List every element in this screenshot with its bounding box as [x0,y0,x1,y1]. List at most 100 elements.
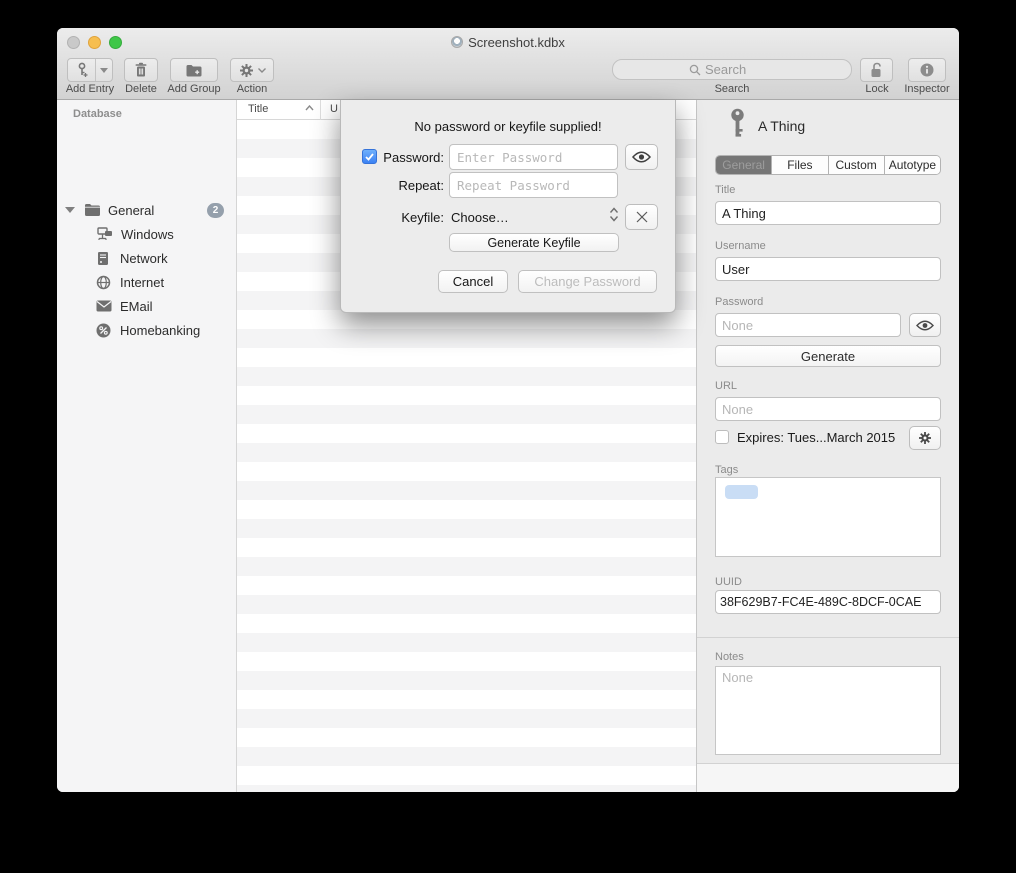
percent-icon [96,323,111,338]
sidebar-item-label: EMail [120,299,153,314]
chevron-down-icon [258,68,266,73]
sidebar-item-general[interactable]: General 2 [57,198,236,222]
sidebar-item-internet[interactable]: Internet [57,270,236,294]
action-button[interactable] [230,58,274,82]
url-label: URL [715,380,737,392]
search-label: Search [702,83,762,95]
generate-keyfile-button[interactable]: Generate Keyfile [449,233,619,252]
tags-field[interactable] [715,477,941,557]
lock-button[interactable] [860,58,893,82]
expires-checkbox[interactable] [715,430,729,444]
titlebar: Screenshot.kdbx [57,28,959,56]
sidebar-item-label: General [108,203,154,218]
dialog-password-label: Password: [341,150,444,165]
reveal-password-button[interactable] [625,144,658,170]
keyfile-popup[interactable]: Choose… [451,210,509,225]
expires-label: Expires: Tues...March 2015 [737,430,895,445]
tags-label: Tags [715,464,738,476]
dialog-password-input[interactable] [449,144,618,170]
close-x-icon [636,211,648,223]
change-password-button[interactable]: Change Password [518,270,657,293]
column-divider[interactable] [320,100,321,120]
generate-password-button[interactable]: Generate [715,345,941,367]
password-label: Password [715,296,763,308]
sidebar-item-label: Windows [121,227,174,242]
tab-autotype[interactable]: Autotype [885,156,940,174]
eye-icon [916,320,934,331]
dialog-message: No password or keyfile supplied! [341,119,675,134]
add-group-button[interactable] [170,58,218,82]
folder-plus-icon [185,63,203,78]
dialog-repeat-label: Repeat: [341,178,444,193]
server-icon [96,251,110,266]
sidebar-item-network[interactable]: Network [57,246,236,270]
trash-icon [134,62,148,78]
sidebar-section-header: Database [73,108,122,120]
unlock-icon [869,62,884,79]
inspector-label: Inspector [899,83,955,95]
gear-icon [918,431,932,445]
sidebar-item-email[interactable]: EMail [57,294,236,318]
sort-ascending-icon [305,105,314,111]
search-icon [689,64,701,76]
expires-settings-button[interactable] [909,426,941,450]
uuid-label: UUID [715,576,742,588]
inspector-button[interactable] [908,58,946,82]
sidebar-item-label: Internet [120,275,164,290]
reveal-password-button[interactable] [909,313,941,337]
url-field[interactable] [715,397,941,421]
password-field[interactable] [715,313,901,337]
sidebar: Database General 2 [57,100,237,792]
sidebar-item-windows[interactable]: Windows [57,222,236,246]
uuid-field[interactable] [715,590,941,614]
sidebar-item-homebanking[interactable]: Homebanking [57,318,236,342]
delete-button[interactable] [124,58,158,82]
lock-label: Lock [860,83,894,95]
add-entry-label: Add Entry [61,83,119,95]
column-header-username[interactable]: U [330,103,338,115]
column-header-title[interactable]: Title [248,103,268,115]
disclosure-triangle-icon[interactable] [65,207,75,213]
change-password-dialog: No password or keyfile supplied! Passwor… [340,100,676,313]
info-icon [919,62,935,78]
chevron-down-icon[interactable] [96,68,112,73]
search-input[interactable] [705,62,775,77]
search-field[interactable] [612,59,852,80]
entry-count-badge: 2 [207,203,224,218]
key-plus-icon [68,62,95,78]
popup-stepper-icon[interactable] [609,207,619,222]
dialog-keyfile-label: Keyfile: [341,210,444,225]
gear-icon [239,63,254,78]
sidebar-item-label: Network [120,251,168,266]
app-window: Screenshot.kdbx Add Entry [57,28,959,792]
delete-label: Delete [120,83,162,95]
clear-keyfile-button[interactable] [625,204,658,230]
notes-label: Notes [715,651,744,663]
envelope-icon [96,300,112,312]
title-label: Title [715,184,735,196]
tab-general[interactable]: General [716,156,772,174]
tag-token[interactable] [725,485,758,499]
eye-icon [632,151,651,163]
tab-custom[interactable]: Custom [829,156,885,174]
username-field[interactable] [715,257,941,281]
key-icon [728,108,747,140]
action-label: Action [232,83,272,95]
document-proxy-icon [451,36,463,48]
window-title: Screenshot.kdbx [468,35,565,50]
add-group-label: Add Group [161,83,227,95]
inspector-footer [697,764,959,792]
notes-divider [697,637,959,638]
title-field[interactable] [715,201,941,225]
add-entry-button[interactable] [67,58,113,82]
windows-network-icon [96,227,113,241]
inspector-tabs: General Files Custom Autotype [715,155,941,175]
window-chrome: Screenshot.kdbx Add Entry [57,28,959,100]
tab-files[interactable]: Files [772,156,828,174]
folder-icon [84,203,101,217]
sidebar-item-label: Homebanking [120,323,200,338]
dialog-repeat-input[interactable] [449,172,618,198]
cancel-button[interactable]: Cancel [438,270,508,293]
notes-field[interactable] [715,666,941,755]
inspector-panel: A Thing General Files Custom Autotype Ti… [696,100,959,792]
